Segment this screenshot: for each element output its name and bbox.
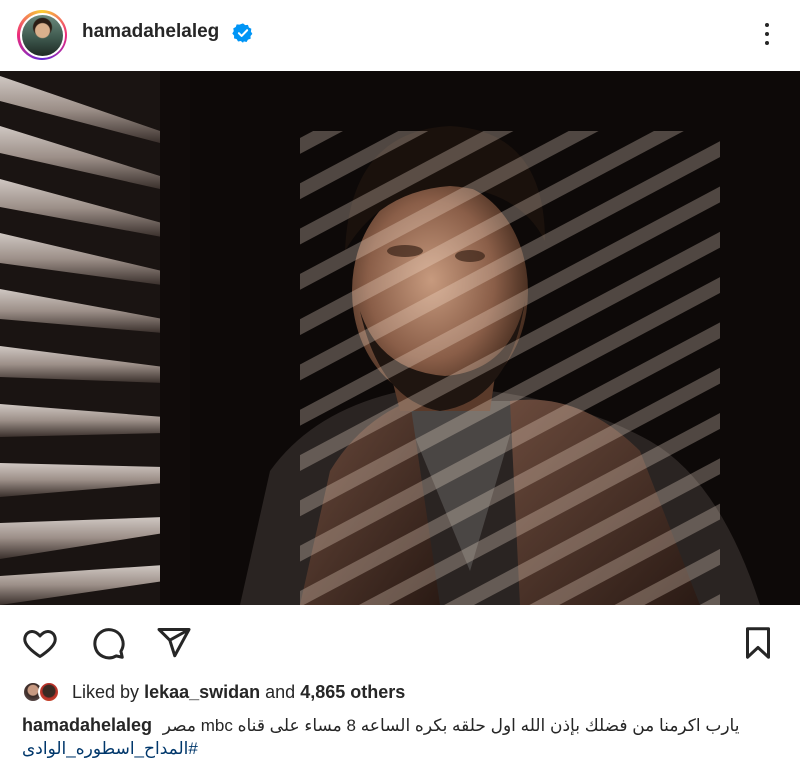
- send-icon[interactable]: [156, 625, 192, 661]
- likes-prefix: Liked by: [72, 681, 140, 702]
- caption-username-link[interactable]: hamadahelaleg: [22, 715, 152, 735]
- more-options-button[interactable]: [756, 20, 778, 48]
- username-link[interactable]: hamadahelaleg: [82, 21, 219, 43]
- caption-text: يارب اكرمنا من فضلك بإذن الله اول حلقه ب…: [162, 716, 740, 735]
- man-portrait: [240, 126, 760, 605]
- avatar[interactable]: [21, 14, 63, 56]
- post-caption: hamadahelaleg يارب اكرمنا من فضلك بإذن ا…: [22, 713, 782, 738]
- window-blinds: [0, 71, 190, 605]
- verified-badge-icon: [232, 23, 253, 43]
- likes-summary: Liked by lekaa_swidan and 4,865 others: [22, 678, 405, 706]
- heart-icon[interactable]: [22, 625, 58, 661]
- bookmark-icon[interactable]: [740, 625, 776, 661]
- post-image[interactable]: [0, 71, 800, 605]
- post-photo: [0, 71, 800, 605]
- comment-icon[interactable]: [90, 625, 126, 661]
- likes-others-link[interactable]: 4,865 others: [300, 682, 405, 702]
- story-ring[interactable]: [17, 10, 67, 60]
- hashtag-link[interactable]: #المداح_اسطوره_الوادى: [22, 739, 198, 759]
- more-vertical-icon: [765, 23, 769, 27]
- liker-username-link[interactable]: lekaa_swidan: [144, 682, 260, 702]
- action-bar: [0, 605, 800, 675]
- liker-avatar[interactable]: [38, 681, 60, 703]
- post-header: hamadahelaleg: [0, 0, 800, 70]
- likes-conjunction: and: [265, 681, 296, 702]
